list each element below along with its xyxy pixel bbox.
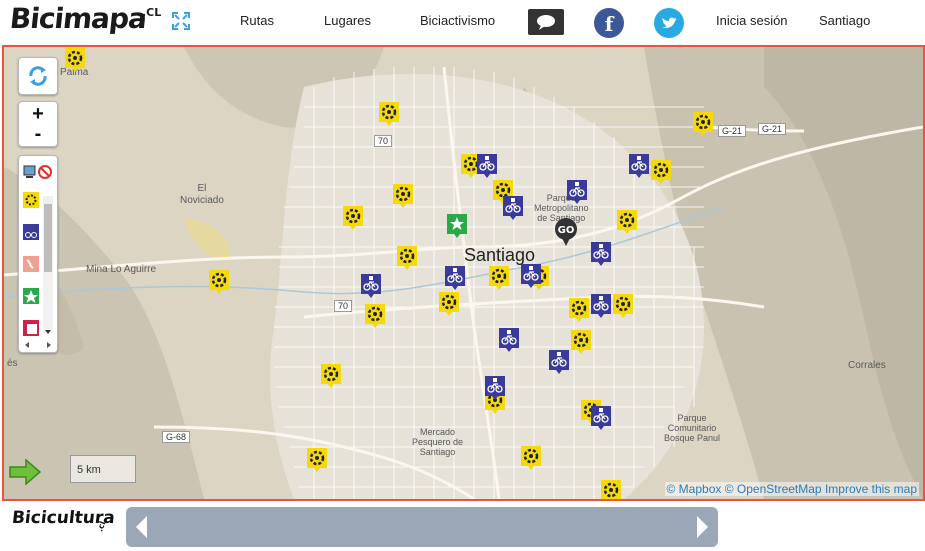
repair-shop-marker-icon[interactable] bbox=[64, 47, 86, 73]
repair-shop-marker-icon[interactable] bbox=[488, 265, 510, 291]
repair-shop-marker-icon[interactable] bbox=[692, 111, 714, 137]
label-mina-lo-aguirre: Mina Lo Aguirre bbox=[86, 264, 157, 275]
road-shield-70: 70 bbox=[334, 300, 353, 312]
refresh-button[interactable] bbox=[18, 57, 58, 95]
repair-shop-marker-icon[interactable] bbox=[378, 101, 400, 127]
zoom-control: + - bbox=[18, 101, 58, 147]
label-mercado-pesquero: Mercado Pesquero de Santiago bbox=[412, 427, 464, 457]
bike-parking-marker-icon[interactable] bbox=[484, 375, 506, 401]
repair-shop-marker-icon[interactable] bbox=[650, 159, 672, 185]
scroll-horizontal-icon[interactable] bbox=[21, 340, 55, 350]
nav-activism[interactable]: Biciactivismo bbox=[420, 13, 495, 28]
fullscreen-icon[interactable] bbox=[172, 12, 190, 30]
zoom-in-button[interactable]: + bbox=[19, 104, 57, 124]
sponsor-carousel bbox=[126, 507, 718, 547]
repair-shop-marker-icon[interactable] bbox=[208, 269, 230, 295]
bike-parking-marker-icon[interactable] bbox=[502, 195, 524, 221]
repair-shop-marker-icon[interactable] bbox=[600, 479, 622, 501]
bike-parking-marker-icon[interactable] bbox=[566, 179, 588, 205]
repair-shop-marker-icon[interactable] bbox=[320, 363, 342, 389]
repair-shop-marker-icon[interactable] bbox=[570, 329, 592, 355]
layer-panel bbox=[18, 155, 58, 353]
repair-shop-marker-icon[interactable] bbox=[342, 205, 364, 231]
top-navbar: Bicimapa .CL Rutas Lugares Biciactivismo… bbox=[0, 0, 925, 44]
repair-shop-marker-icon[interactable] bbox=[364, 303, 386, 329]
facebook-icon[interactable]: f bbox=[594, 8, 624, 38]
featured-place-marker-icon[interactable] bbox=[446, 213, 468, 239]
bike-parking-marker-icon[interactable] bbox=[590, 241, 612, 267]
repair-shop-marker-icon[interactable] bbox=[438, 291, 460, 317]
map-attribution: © Mapbox © OpenStreetMap Improve this ma… bbox=[664, 482, 919, 496]
map-scale: 5 km bbox=[70, 455, 136, 483]
label-el-noviciado: El Noviciado bbox=[180, 183, 224, 206]
repair-shop-marker-icon[interactable] bbox=[616, 209, 638, 235]
repair-shop-marker-icon[interactable] bbox=[612, 293, 634, 319]
carousel-next-icon[interactable] bbox=[697, 516, 708, 538]
nav-places[interactable]: Lugares bbox=[324, 13, 371, 28]
location-pin-icon[interactable]: GO bbox=[554, 217, 578, 247]
layer-routes-icon[interactable] bbox=[23, 256, 41, 276]
repair-shop-marker-icon[interactable] bbox=[568, 297, 590, 323]
bike-parking-marker-icon[interactable] bbox=[548, 349, 570, 375]
bicimapa-logo[interactable]: Bicimapa bbox=[8, 2, 148, 35]
road-shield-g21: G-21 bbox=[718, 125, 747, 137]
bike-parking-marker-icon[interactable] bbox=[444, 265, 466, 291]
bike-parking-marker-icon[interactable] bbox=[498, 327, 520, 353]
bike-parking-marker-icon[interactable] bbox=[590, 293, 612, 319]
scroll-down-icon[interactable] bbox=[43, 328, 53, 336]
bike-parking-marker-icon[interactable] bbox=[520, 263, 542, 289]
bicimapa-logo-suffix: .CL bbox=[142, 6, 162, 19]
road-shield-g68: G-68 bbox=[162, 431, 191, 443]
road-shield-g21: G-21 bbox=[758, 123, 787, 135]
repair-shop-marker-icon[interactable] bbox=[392, 183, 414, 209]
carousel-prev-icon[interactable] bbox=[136, 516, 147, 538]
mapbox-link[interactable]: © Mapbox bbox=[667, 482, 722, 496]
layer-repair-icon[interactable] bbox=[23, 192, 41, 212]
nav-routes[interactable]: Rutas bbox=[240, 13, 274, 28]
chat-icon[interactable] bbox=[528, 9, 564, 35]
location-pin-label: GO bbox=[558, 225, 575, 236]
label-corrales: Corrales bbox=[848, 360, 886, 371]
map-view[interactable]: Palma El Noviciado Mina Lo Aguirre Parqu… bbox=[2, 45, 925, 501]
nav-city-selector[interactable]: Santiago bbox=[819, 13, 870, 28]
road-shield-70: 70 bbox=[374, 135, 393, 147]
osm-link[interactable]: © OpenStreetMap bbox=[725, 482, 822, 496]
bike-parking-marker-icon[interactable] bbox=[476, 153, 498, 179]
bike-parking-marker-icon[interactable] bbox=[628, 153, 650, 179]
repair-shop-marker-icon[interactable] bbox=[396, 245, 418, 271]
twitter-icon[interactable] bbox=[654, 8, 684, 38]
layer-other-icon[interactable] bbox=[23, 320, 41, 336]
nav-login[interactable]: Inicia sesión bbox=[716, 13, 788, 28]
label-parque-comunitario: Parque Comunitario Bosque Panul bbox=[664, 413, 721, 443]
panel-toggle-arrow-icon[interactable] bbox=[8, 457, 42, 487]
repair-shop-marker-icon[interactable] bbox=[306, 447, 328, 473]
layer-scrollbar[interactable] bbox=[43, 196, 53, 330]
label-es: és bbox=[7, 358, 18, 369]
layer-parking-icon[interactable] bbox=[23, 224, 41, 244]
refresh-icon bbox=[29, 66, 47, 86]
bike-parking-marker-icon[interactable] bbox=[360, 273, 382, 299]
layer-featured-icon[interactable] bbox=[23, 288, 41, 308]
layers-toggle-icon[interactable] bbox=[23, 164, 53, 180]
zoom-out-button[interactable]: - bbox=[19, 124, 57, 144]
bike-parking-marker-icon[interactable] bbox=[590, 405, 612, 431]
repair-shop-marker-icon[interactable] bbox=[520, 445, 542, 471]
improve-map-link[interactable]: Improve this map bbox=[825, 482, 917, 496]
